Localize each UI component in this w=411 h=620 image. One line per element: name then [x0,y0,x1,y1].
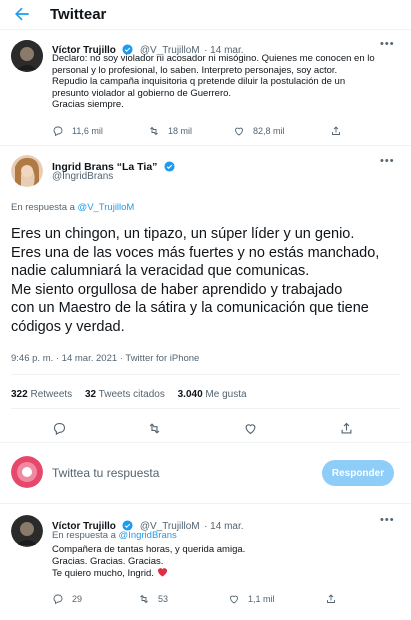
avatar[interactable] [11,40,43,72]
reply-button[interactable] [52,421,75,436]
tweet-timestamp[interactable]: 9:46 p. m. · 14 mar. 2021 · Twitter for … [11,353,199,364]
like-icon [245,424,256,435]
tweet-line: Eres un chingon, un tipazo, un súper líd… [11,226,355,242]
tweet-line: Eres una de las voces más fuertes y no e… [11,244,380,261]
tweet-line: Compañera de tantas horas, y querida ami… [52,544,246,555]
tweet-text: Eres un chingon, un tipazo, un súper líd… [11,225,407,336]
quotes-label: Tweets citados [98,389,165,400]
likes-count: 3.040 [177,389,203,400]
tweet-line: Gracias. Gracias. Gracias. [52,555,164,567]
top-bar: Twittear [0,0,411,30]
reply-to-link[interactable]: @IngridBrans [119,530,177,541]
tweet-text: Compañera de tantas horas, y querida ami… [52,544,402,580]
like-icon [235,127,243,136]
like-icon [230,595,238,604]
retweets-count: 322 [11,389,28,400]
retweet-count: 18 mil [168,126,193,136]
reply-count: 29 [72,594,83,604]
page-title: Twittear [50,6,107,23]
tweet-line: Me siento orgullosa de haber aprendido y… [11,281,343,298]
tweet-line: nadie calumniará la veracidad que comuni… [11,263,310,279]
tweet-line: Declaro: no soy violador ni acosador ni … [52,53,375,64]
divider [0,503,411,504]
reply-context: En respuesta a @IngridBrans [52,530,177,541]
share-icon [341,422,352,434]
retweet-button[interactable]: 18 mil [148,125,192,137]
avatar[interactable] [11,456,43,488]
tweet-line: Te quiero mucho, Ingrid. [52,568,154,579]
reply-prefix: En respuesta a [11,202,78,213]
tweet-date[interactable]: · 14 mar. [204,521,243,532]
reply-button[interactable]: 29 [52,593,82,605]
avatar[interactable] [11,155,43,187]
reply-context: En respuesta a @V_TrujilloM [11,202,134,213]
tweet-line: Gracias siempre. [52,99,124,110]
quotes-stat[interactable]: 32 Tweets citados [85,389,165,400]
like-button[interactable]: 82,8 mil [233,125,285,137]
reply-count: 11,6 mil [72,126,103,136]
reply-icon [53,422,66,436]
retweet-icon [150,126,158,136]
tweet-line: presunto violador al gobierno de Guerrer… [52,87,232,99]
divider [0,442,411,443]
share-icon [332,126,340,135]
tweet-line: códigos y verdad. [11,318,125,335]
likes-stat[interactable]: 3.040 Me gusta [178,389,247,400]
like-count: 1,1 mil [248,594,275,604]
retweet-icon [149,423,160,434]
reply-button[interactable]: 11,6 mil [52,125,103,137]
retweet-button[interactable] [147,421,170,436]
tweet-line: personal y lo profesional, lo saben. Int… [52,64,338,76]
likes-label: Me gusta [205,389,247,400]
retweets-stat[interactable]: 322 Retweets [11,389,72,400]
reply-to-link[interactable]: @V_TrujilloM [78,202,135,213]
reply-input[interactable]: Twittea tu respuesta [52,466,159,480]
retweet-button[interactable]: 53 [138,593,168,605]
tweet-text: Declaro: no soy violador ni acosador ni … [52,53,402,111]
reply-icon [53,594,63,605]
retweet-count: 53 [158,594,169,604]
share-button[interactable] [330,125,350,137]
reply-submit-button[interactable]: Responder [322,460,394,486]
like-button[interactable] [243,421,266,436]
share-icon [327,594,335,603]
like-button[interactable]: 1,1 mil [228,593,275,605]
avatar[interactable] [11,515,43,547]
tweet-line-with-emoji: Te quiero mucho, Ingrid. [52,567,402,580]
stats-row: 322 Retweets 32 Tweets citados 3.040 Me … [11,389,247,400]
author-handle[interactable]: @IngridBrans [52,171,113,182]
back-arrow-icon[interactable] [12,4,32,24]
verified-icon [164,161,175,172]
more-icon[interactable]: ••• [380,38,395,50]
tweet-line: Repudio la campaña inquisitoria q preten… [52,76,346,87]
retweet-icon [140,594,148,604]
reply-prefix: En respuesta a [52,530,119,541]
retweets-label: Retweets [30,389,73,400]
share-button[interactable] [325,593,345,605]
divider [11,374,400,375]
more-icon[interactable]: ••• [380,514,395,526]
quotes-count: 32 [84,389,97,400]
more-icon[interactable]: ••• [380,155,395,167]
divider [11,408,400,409]
reply-icon [53,126,63,137]
tweet-line: con un Maestro de la sátira y la comunic… [11,300,369,316]
heart-emoji-icon [157,568,167,577]
divider [0,145,411,146]
share-button[interactable] [339,421,362,436]
like-count: 82,8 mil [253,126,285,136]
